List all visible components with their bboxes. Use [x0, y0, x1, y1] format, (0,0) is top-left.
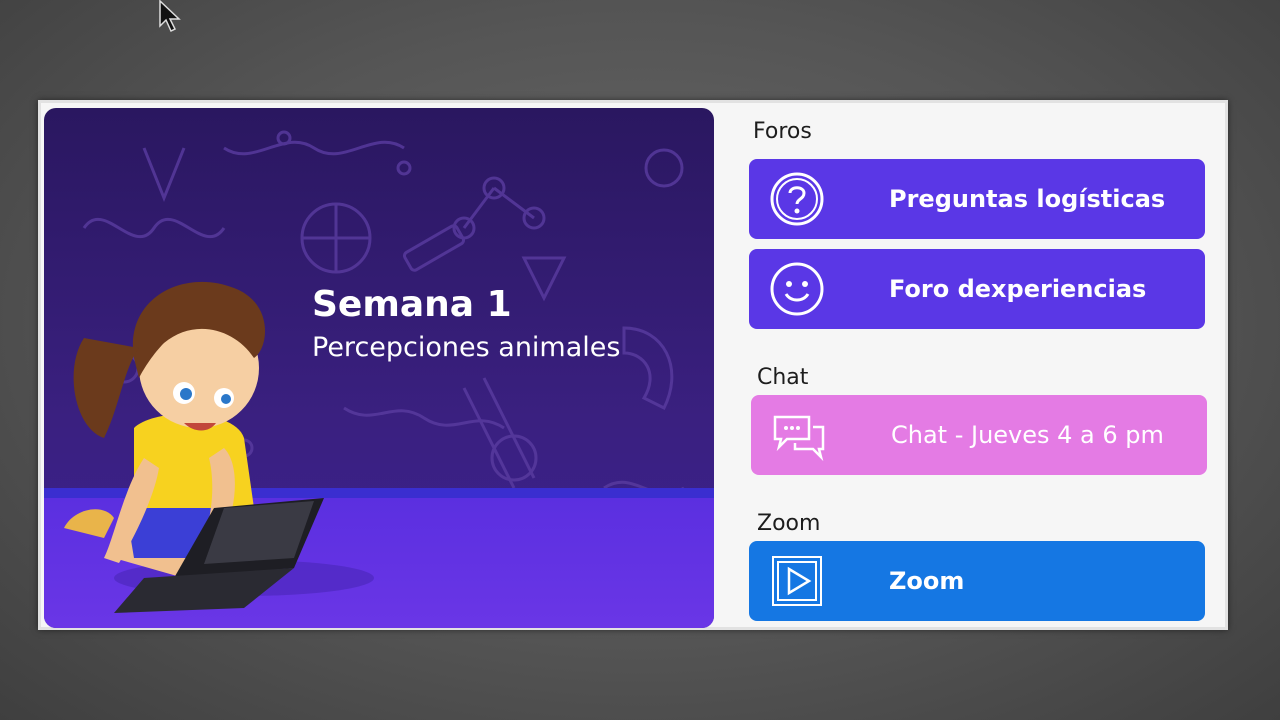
week-subtitle: Percepciones animales	[312, 332, 621, 363]
play-video-icon	[772, 556, 822, 606]
smiley-icon	[770, 262, 824, 316]
week-banner: Semana 1 Percepciones animales	[44, 108, 714, 628]
zoom-label: Zoom	[889, 567, 965, 595]
zoom-button[interactable]: Zoom	[749, 541, 1205, 621]
section-label-foros: Foros	[753, 119, 812, 144]
section-label-zoom: Zoom	[757, 511, 821, 536]
foro-experiencias-button[interactable]: Foro dexperiencias	[749, 249, 1205, 329]
foro-experiencias-label: Foro dexperiencias	[889, 275, 1147, 303]
chat-jueves-button[interactable]: Chat - Jueves 4 a 6 pm	[751, 395, 1207, 475]
preguntas-logisticas-label: Preguntas logísticas	[889, 185, 1166, 213]
question-circle-icon	[770, 172, 824, 226]
section-label-chat: Chat	[757, 365, 809, 390]
chat-bubbles-icon	[773, 415, 825, 462]
week-title: Semana 1	[312, 284, 512, 325]
mouse-cursor-icon	[159, 0, 181, 33]
preguntas-logisticas-button[interactable]: Preguntas logísticas	[749, 159, 1205, 239]
chat-jueves-label: Chat - Jueves 4 a 6 pm	[891, 421, 1164, 449]
course-page: Semana 1 Percepciones animales Foros Pre…	[38, 100, 1228, 630]
girl-with-laptop-illustration	[64, 281, 374, 613]
